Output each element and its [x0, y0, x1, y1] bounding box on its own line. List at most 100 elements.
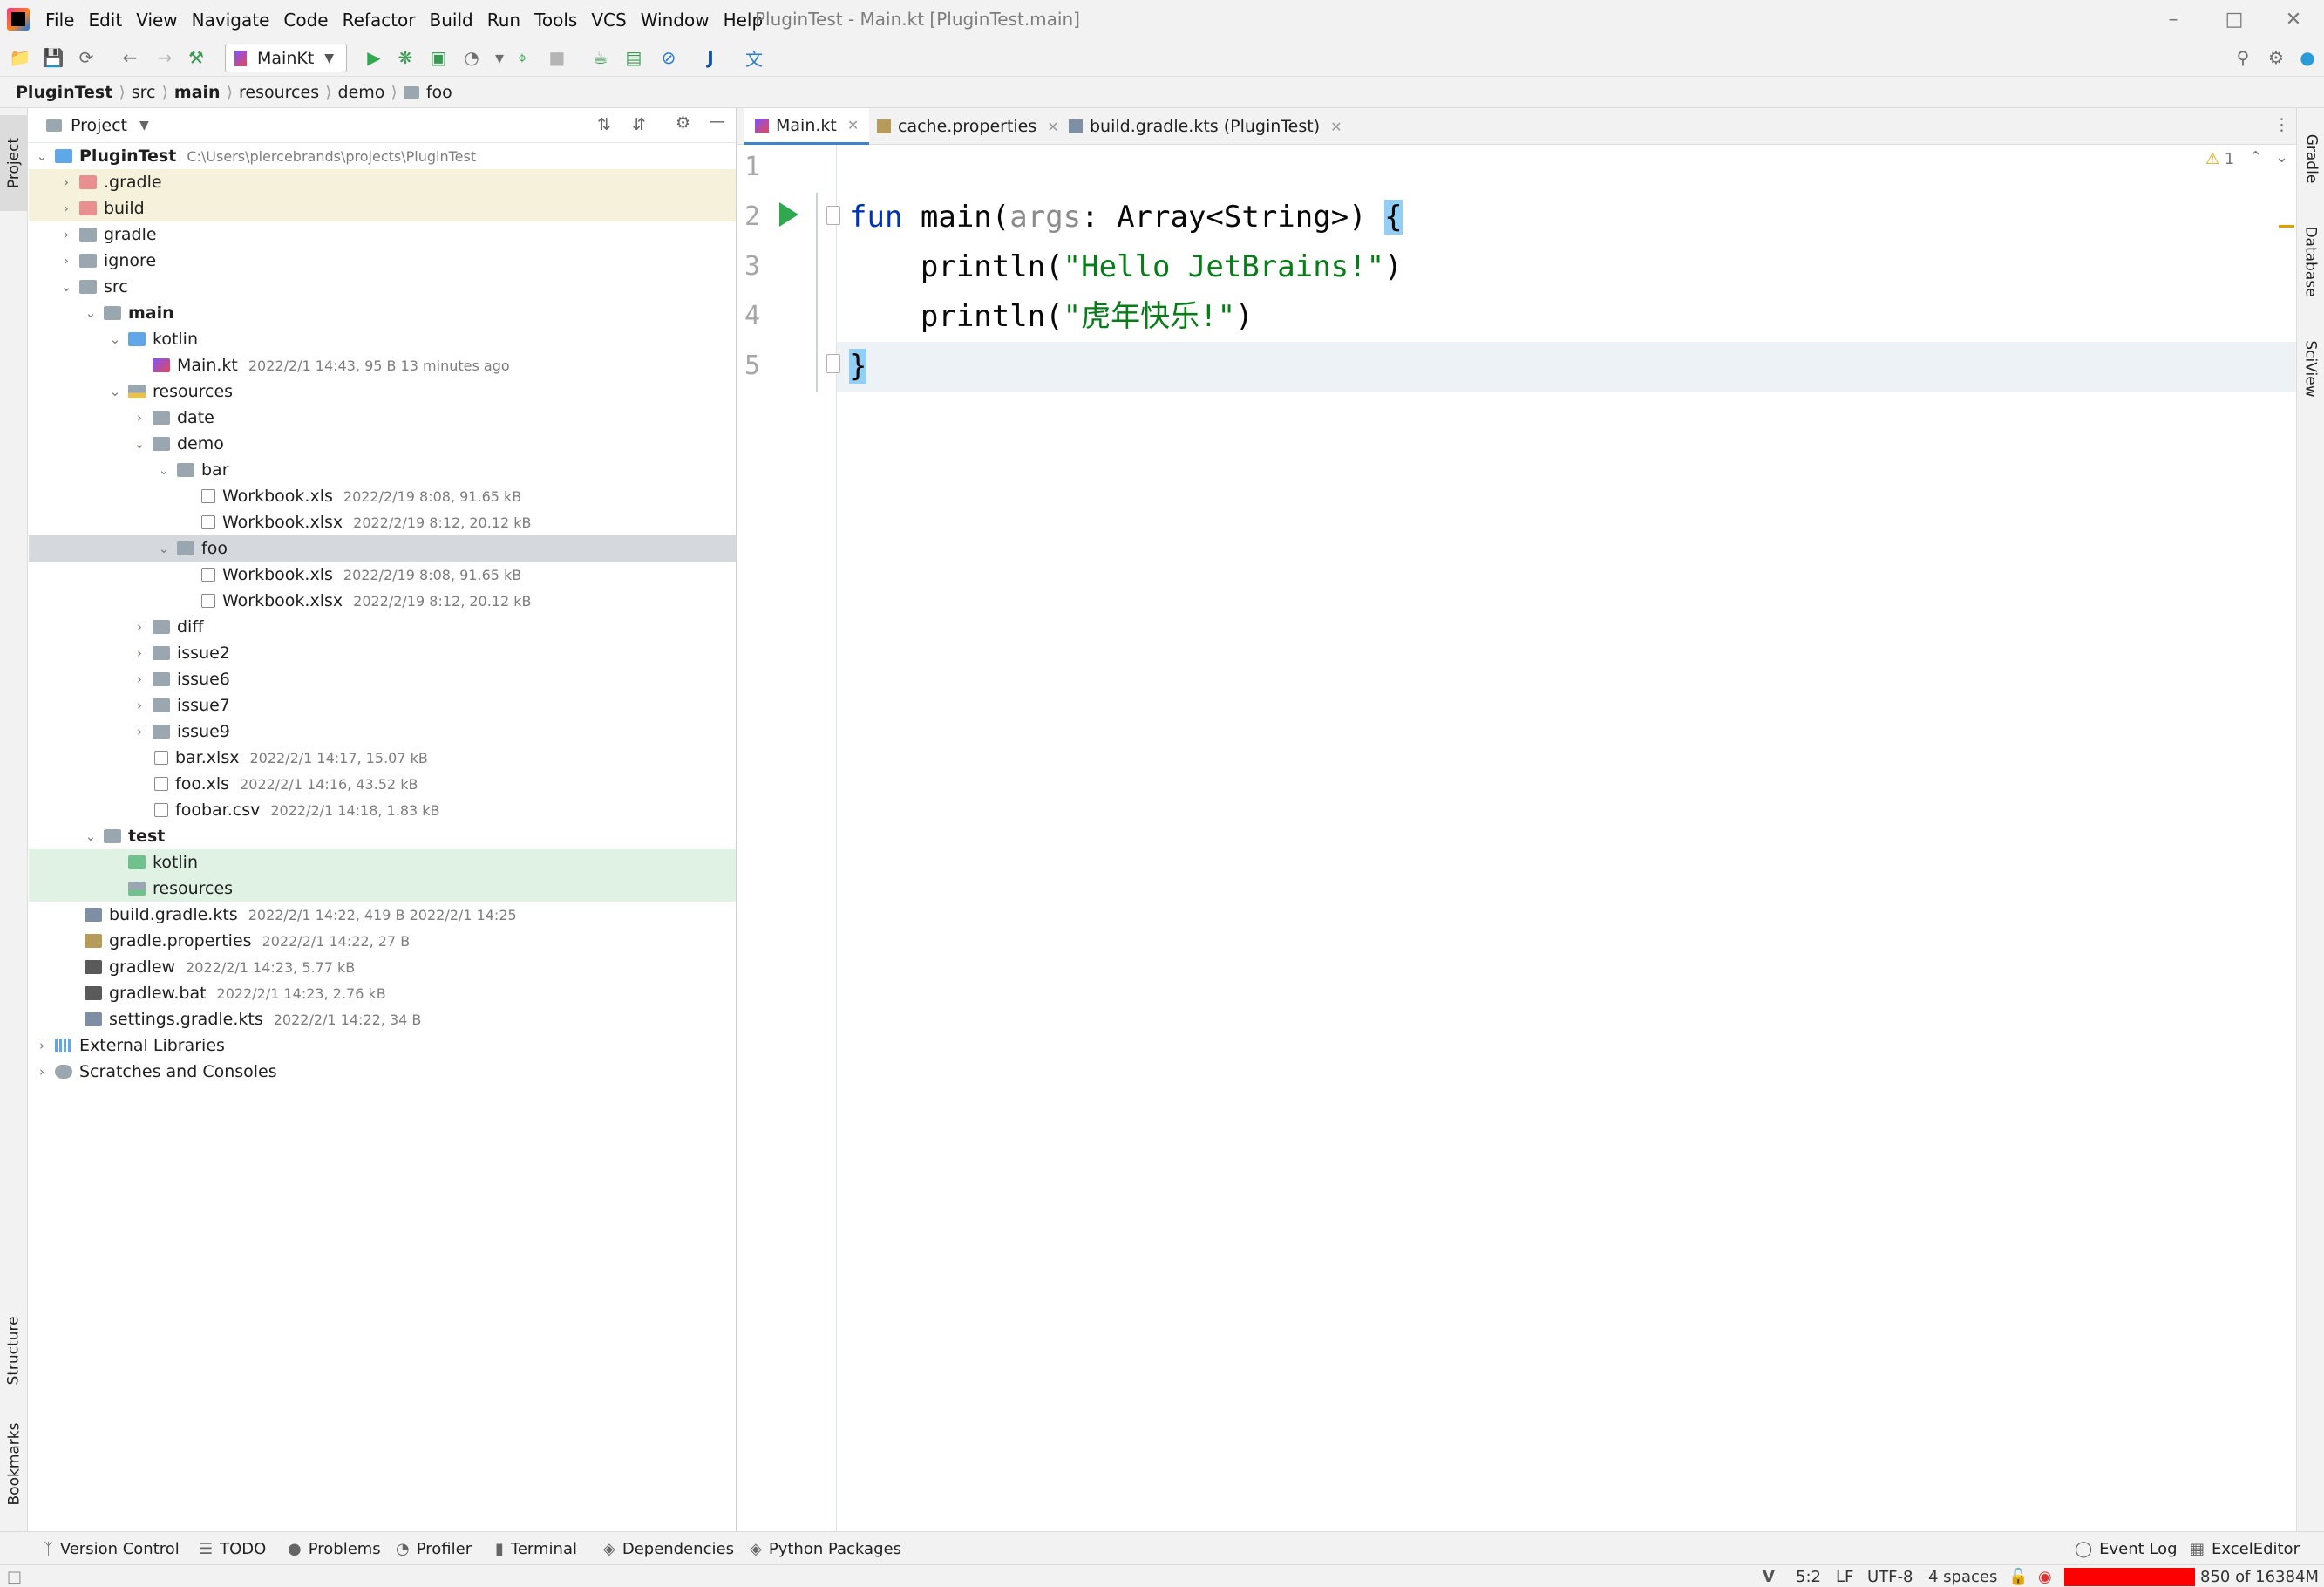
- tree-node[interactable]: Workbook.xls 2022/2/19 8:08, 91.65 kB: [29, 562, 736, 588]
- debug-icon[interactable]: ❋: [394, 46, 417, 69]
- breadcrumb-item[interactable]: resources: [239, 83, 319, 102]
- attach-icon[interactable]: ⌖: [511, 46, 533, 69]
- tree-node[interactable]: Workbook.xlsx 2022/2/19 8:12, 20.12 kB: [29, 588, 736, 614]
- chevron-right-icon[interactable]: ›: [58, 227, 74, 242]
- tree-node[interactable]: bar.xlsx 2022/2/1 14:17, 15.07 kB: [29, 745, 736, 771]
- chevron-right-icon[interactable]: ›: [132, 671, 147, 687]
- chevron-right-icon[interactable]: ›: [58, 174, 74, 190]
- chevron-down-icon[interactable]: ⌄: [58, 279, 74, 295]
- chart-icon[interactable]: ▤: [622, 46, 645, 69]
- structure-tool-tab[interactable]: Structure: [0, 1303, 28, 1399]
- tree-node[interactable]: › issue9: [29, 719, 736, 745]
- chevron-down-icon[interactable]: ⌄: [107, 331, 123, 347]
- chevron-right-icon[interactable]: ›: [34, 1038, 50, 1053]
- tree-node[interactable]: Workbook.xlsx 2022/2/19 8:12, 20.12 kB: [29, 509, 736, 535]
- close-tab-icon[interactable]: ✕: [1330, 119, 1342, 135]
- stop-icon[interactable]: ■: [546, 46, 568, 69]
- coffee-icon[interactable]: ☕: [589, 46, 612, 69]
- menu-run[interactable]: Run: [487, 10, 520, 31]
- tree-node[interactable]: › diff: [29, 614, 736, 640]
- sync-icon[interactable]: ⟳: [75, 46, 98, 69]
- menu-view[interactable]: View: [136, 10, 177, 31]
- sciview-tool-tab[interactable]: SciView: [2297, 321, 2324, 417]
- breadcrumb-item[interactable]: demo: [338, 83, 385, 102]
- collapse-all-icon[interactable]: ⇵: [632, 115, 646, 134]
- chevron-right-icon[interactable]: ›: [58, 201, 74, 216]
- code-editor[interactable]: 1 2 3 4 5 ⚠ 1 ⌃ ⌄ fun main(args: Array<S…: [737, 145, 2296, 1531]
- tree-node[interactable]: settings.gradle.kts 2022/2/1 14:22, 34 B: [29, 1006, 736, 1032]
- tree-node[interactable]: › date: [29, 405, 736, 431]
- tree-node[interactable]: › issue7: [29, 692, 736, 719]
- menu-edit[interactable]: Edit: [88, 10, 122, 31]
- event-log-tab[interactable]: ◯ Event Log: [2075, 1532, 2178, 1565]
- tree-node[interactable]: › gradle: [29, 221, 736, 248]
- hide-panel-icon[interactable]: —: [709, 112, 725, 131]
- tree-node[interactable]: build.gradle.kts 2022/2/1 14:22, 419 B 20…: [29, 902, 736, 928]
- close-tab-icon[interactable]: ✕: [1047, 119, 1058, 135]
- tab-build-gradle[interactable]: build.gradle.kts (PluginTest) ✕: [1058, 108, 1353, 145]
- run-config-select[interactable]: MainKt ▼: [225, 44, 347, 72]
- inspection-icon[interactable]: ◉: [2038, 1565, 2052, 1587]
- tree-node[interactable]: ⌄ bar: [29, 457, 736, 483]
- tree-node[interactable]: kotlin: [29, 849, 736, 875]
- tree-node[interactable]: ⌄ PluginTest C:\Users\piercebrands\project…: [29, 143, 736, 169]
- tree-node[interactable]: ⌄ main: [29, 300, 736, 326]
- fold-icon[interactable]: [826, 354, 840, 373]
- menu-window[interactable]: Window: [641, 10, 710, 31]
- memory-indicator[interactable]: 850 of 16384M: [2200, 1565, 2319, 1587]
- chevron-right-icon[interactable]: ›: [58, 253, 74, 269]
- coverage-icon[interactable]: ▣: [427, 46, 450, 69]
- menu-tools[interactable]: Tools: [534, 10, 577, 31]
- version-control-tab[interactable]: ᛉ Version Control: [44, 1532, 180, 1565]
- menu-code[interactable]: Code: [283, 10, 328, 31]
- back-icon[interactable]: ←: [119, 46, 141, 69]
- menu-refactor[interactable]: Refactor: [343, 10, 416, 31]
- tree-node[interactable]: resources: [29, 875, 736, 902]
- chevron-down-icon[interactable]: ⌄: [34, 148, 50, 164]
- chevron-down-icon[interactable]: ⌄: [132, 436, 147, 452]
- bookmarks-tool-tab[interactable]: Bookmarks: [0, 1407, 28, 1521]
- warning-stripe-marker[interactable]: [2279, 225, 2294, 228]
- translate-icon[interactable]: 文: [743, 46, 765, 70]
- tree-node[interactable]: Main.kt 2022/2/1 14:43, 95 B 13 minutes a…: [29, 352, 736, 378]
- build-hammer-icon[interactable]: ⚒: [185, 46, 207, 69]
- tree-node[interactable]: › ignore: [29, 248, 736, 274]
- search-icon[interactable]: ⚲: [2232, 46, 2254, 69]
- menu-navigate[interactable]: Navigate: [192, 10, 270, 31]
- chevron-right-icon[interactable]: ›: [132, 645, 147, 661]
- close-tab-icon[interactable]: ✕: [847, 117, 859, 133]
- tab-main-kt[interactable]: Main.kt ✕: [744, 108, 870, 145]
- file-encoding[interactable]: UTF-8: [1867, 1565, 1913, 1587]
- tree-node[interactable]: ⌄ src: [29, 274, 736, 300]
- tree-node[interactable]: ⌄ resources: [29, 378, 736, 405]
- gear-icon[interactable]: ⚙: [676, 113, 690, 133]
- project-panel-title[interactable]: Project: [71, 116, 127, 135]
- open-folder-icon[interactable]: 📁: [9, 46, 31, 69]
- vcs-status-icon[interactable]: V: [1763, 1565, 1775, 1587]
- terminal-tab[interactable]: ▮ Terminal: [495, 1532, 577, 1565]
- tree-node[interactable]: ⌄ test: [29, 823, 736, 849]
- jetbrains-icon[interactable]: J: [699, 46, 722, 69]
- tree-node[interactable]: Workbook.xls 2022/2/19 8:08, 91.65 kB: [29, 483, 736, 509]
- close-window-icon[interactable]: ✕: [2263, 0, 2324, 39]
- breadcrumb-item[interactable]: main: [174, 83, 221, 102]
- tree-node[interactable]: › build: [29, 195, 736, 221]
- tree-node[interactable]: ⌄ demo: [29, 431, 736, 457]
- chevron-right-icon[interactable]: ›: [132, 698, 147, 713]
- chevron-down-icon[interactable]: ⌄: [156, 541, 172, 556]
- tree-node[interactable]: › issue6: [29, 666, 736, 692]
- maximize-icon[interactable]: □: [2204, 0, 2265, 39]
- chevron-down-icon[interactable]: ⌄: [156, 462, 172, 478]
- chevron-right-icon[interactable]: ›: [34, 1064, 50, 1080]
- profiler-tab[interactable]: ◔ Profiler: [396, 1532, 472, 1565]
- caret-position[interactable]: 5:2: [1796, 1565, 1821, 1587]
- warnings-indicator[interactable]: ⚠ 1: [2205, 150, 2234, 168]
- tree-node[interactable]: › .gradle: [29, 169, 736, 195]
- gear-icon[interactable]: ⚙: [2265, 46, 2287, 69]
- more-tabs-icon[interactable]: ⋮: [2273, 115, 2290, 134]
- breadcrumb-item[interactable]: PluginTest: [16, 83, 112, 102]
- tree-node[interactable]: › Scratches and Consoles: [29, 1059, 736, 1085]
- more-run-icon[interactable]: ▾: [488, 46, 511, 69]
- project-tool-tab[interactable]: Project: [0, 115, 28, 211]
- line-separator[interactable]: LF: [1836, 1565, 1853, 1587]
